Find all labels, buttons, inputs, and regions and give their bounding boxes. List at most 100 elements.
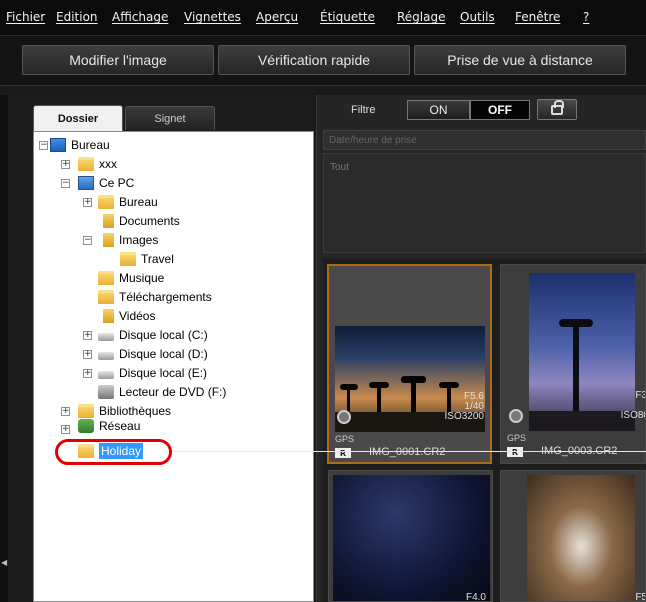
thumbnail-photo [527,475,635,601]
expand-disque-e-icon[interactable]: + [83,369,92,378]
menu-outils[interactable]: Outils [460,10,495,24]
folder-icon [120,252,136,266]
gps-label: GPS [507,433,527,443]
menu-help[interactable]: ? [583,10,589,24]
tree-node-telechargements[interactable]: Téléchargements [98,288,212,306]
gps-label: GPS [335,434,355,444]
collapse-images-icon[interactable]: − [83,236,92,245]
menu-reglage[interactable]: Réglage [397,10,446,24]
tree-node-videos[interactable]: Vidéos [98,307,155,325]
tree-label: Bureau [71,138,110,152]
tree-node-disque-e[interactable]: Disque local (E:) [98,364,207,382]
tab-folder[interactable]: Dossier [33,105,123,131]
tree-label: Disque local (D:) [119,347,208,361]
callout-line [172,451,646,452]
libraries-icon [78,404,94,418]
remote-shooting-button[interactable]: Prise de vue à distance [414,45,626,75]
thumbnail-4[interactable]: F5 [500,470,646,602]
expand-disque-d-icon[interactable]: + [83,350,92,359]
thumbnail-img-0003[interactable]: F3 ISO80 GPS R IMG_0003.CR2 [500,264,646,464]
music-folder-icon [98,271,114,285]
raw-badge: R [335,448,351,458]
folder-tree: − Bureau + xxx − Ce PC + Bureau Document… [33,131,314,602]
lock-icon [551,99,564,115]
drive-icon [98,352,114,360]
tree-label: Téléchargements [119,290,212,304]
collapse-arrow-icon[interactable]: ◀ [1,558,7,567]
lock-button[interactable] [537,99,577,120]
tree-node-bureau[interactable]: Bureau [50,136,110,154]
tree-label: Lecteur de DVD (F:) [119,385,227,399]
menu-vignettes[interactable]: Vignettes [184,10,241,24]
tab-bookmark[interactable]: Signet [125,106,215,130]
tree-node-musique[interactable]: Musique [98,269,164,287]
toolbar: Modifier l'image Vérification rapide Pri… [0,36,646,86]
quick-check-button[interactable]: Vérification rapide [218,45,410,75]
menu-apercu[interactable]: Aperçu [256,10,298,24]
documents-icon [98,214,114,228]
expand-bureau2-icon[interactable]: + [83,198,92,207]
filter-list[interactable]: Tout [323,153,646,253]
tree-label: Disque local (C:) [119,328,208,342]
tree-label: Travel [141,252,174,266]
exif-aperture: F3 [635,390,646,401]
collapse-bureau-icon[interactable]: − [39,141,48,150]
exif-aperture: F4.0 [465,592,486,602]
tree-node-disque-d[interactable]: Disque local (D:) [98,345,208,363]
desktop-icon [50,138,66,152]
menu-bar: Fichier Edition Affichage Vignettes Aper… [0,0,646,36]
expand-xxx-icon[interactable]: + [61,160,70,169]
collapse-ce-pc-icon[interactable]: − [61,179,70,188]
tree-label: Ce PC [99,176,135,190]
rating-disc-icon [337,410,351,424]
menu-etiquette[interactable]: Étiquette [320,10,375,24]
exif-iso: ISO3200 [444,411,484,422]
images-folder-icon [98,233,114,247]
tree-label: Musique [119,271,165,285]
menu-fichier[interactable]: Fichier [6,10,45,24]
tree-node-bibliotheques[interactable]: Bibliothèques [78,402,171,420]
tree-label: Vidéos [119,309,156,323]
raw-badge: R [507,447,523,457]
network-icon [78,419,94,433]
exif-iso: ISO80 [620,410,645,421]
expand-disque-c-icon[interactable]: + [83,331,92,340]
dvd-drive-icon [98,385,114,399]
thumbnail-filename: IMG_0001.CR2 [369,446,446,458]
tree-node-travel[interactable]: Travel [120,250,174,268]
thumbnail-img-0001[interactable]: F5.6 1/40 ISO3200 GPS R IMG_0001.CR2 [327,264,492,464]
menu-edition[interactable]: Edition [56,10,98,24]
filter-on-button[interactable]: ON [407,100,470,120]
menu-fenetre[interactable]: Fenêtre [515,10,560,24]
date-filter-field[interactable]: Date/heure de prise [323,130,646,150]
tree-node-xxx[interactable]: xxx [78,155,117,173]
exif-aperture: F5 [635,592,646,602]
tree-node-images[interactable]: Images [98,231,158,249]
tree-node-ce-pc[interactable]: Ce PC [78,174,134,192]
tree-node-documents[interactable]: Documents [98,212,180,230]
tree-node-disque-c[interactable]: Disque local (C:) [98,326,208,344]
tree-node-reseau[interactable]: Réseau [78,419,140,433]
drive-icon [98,333,114,341]
expand-bibliotheques-icon[interactable]: + [61,407,70,416]
expand-reseau-icon[interactable]: + [61,425,70,434]
filter-label: Filtre [351,104,376,116]
tree-label: Images [119,233,159,247]
tree-node-bureau-child[interactable]: Bureau [98,193,158,211]
edit-image-button[interactable]: Modifier l'image [22,45,214,75]
highlight-circle [55,439,172,465]
tree-label: Disque local (E:) [119,366,208,380]
tree-label: Documents [119,214,180,228]
downloads-folder-icon [98,290,114,304]
menu-affichage[interactable]: Affichage [112,10,168,24]
drive-icon [98,371,114,379]
thumbnail-3[interactable]: F4.0 [328,470,493,602]
user-folder-icon [78,157,94,171]
tree-label: Bibliothèques [99,404,172,418]
thumbnail-photo [333,475,490,601]
tree-label: Bureau [119,195,158,209]
filter-list-item[interactable]: Tout [330,162,349,173]
filter-off-button[interactable]: OFF [470,100,530,120]
thumbnail-photo [529,273,635,431]
tree-node-dvd[interactable]: Lecteur de DVD (F:) [98,383,226,401]
